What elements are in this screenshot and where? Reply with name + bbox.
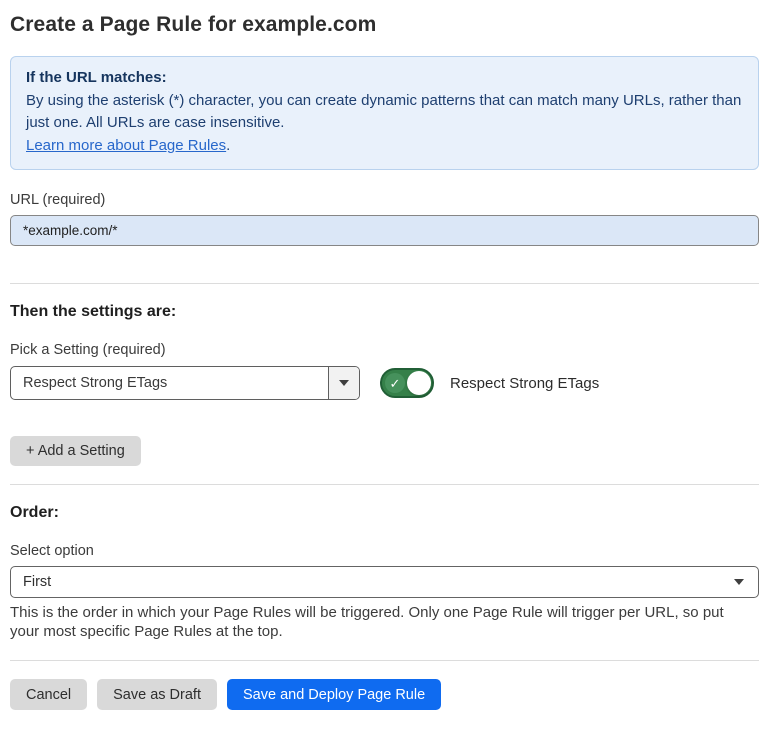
learn-more-link[interactable]: Learn more about Page Rules [26, 137, 226, 154]
pick-setting-label: Pick a Setting (required) [10, 342, 759, 358]
page-title: Create a Page Rule for example.com [10, 13, 759, 37]
setting-select-value: Respect Strong ETags [11, 367, 328, 399]
setting-select-arrow-button[interactable] [328, 367, 359, 399]
url-section: URL (required) [10, 192, 759, 246]
link-period: . [226, 137, 230, 154]
chevron-down-icon [734, 579, 744, 585]
save-and-deploy-button[interactable]: Save and Deploy Page Rule [227, 679, 441, 710]
info-box-link-line: Learn more about Page Rules. [26, 135, 743, 158]
add-setting-button[interactable]: + Add a Setting [10, 436, 141, 466]
check-icon: ✓ [390, 377, 401, 390]
order-help-text: This is the order in which your Page Rul… [10, 603, 755, 641]
toggle-knob [407, 371, 431, 395]
setting-select[interactable]: Respect Strong ETags [10, 366, 360, 400]
divider [10, 283, 759, 284]
setting-toggle-wrap: ✓ Respect Strong ETags [380, 368, 599, 398]
check-circle: ✓ [385, 373, 405, 393]
url-match-info-box: If the URL matches: By using the asteris… [10, 56, 759, 170]
cancel-button[interactable]: Cancel [10, 679, 87, 710]
url-input[interactable] [10, 215, 759, 246]
divider [10, 660, 759, 661]
chevron-down-icon [339, 380, 349, 386]
settings-heading: Then the settings are: [10, 303, 759, 321]
order-select[interactable]: First [10, 566, 759, 598]
setting-toggle-label: Respect Strong ETags [450, 375, 599, 392]
info-box-body: By using the asterisk (*) character, you… [26, 90, 743, 135]
divider [10, 484, 759, 485]
order-select-label: Select option [10, 543, 759, 559]
order-select-value: First [23, 574, 734, 590]
setting-toggle[interactable]: ✓ [380, 368, 434, 398]
url-label: URL (required) [10, 192, 759, 208]
save-as-draft-button[interactable]: Save as Draft [97, 679, 217, 710]
order-heading: Order: [10, 504, 759, 522]
info-box-heading: If the URL matches: [26, 67, 743, 90]
setting-row: Respect Strong ETags ✓ Respect Strong ET… [10, 366, 759, 400]
footer-actions: Cancel Save as Draft Save and Deploy Pag… [10, 679, 759, 710]
